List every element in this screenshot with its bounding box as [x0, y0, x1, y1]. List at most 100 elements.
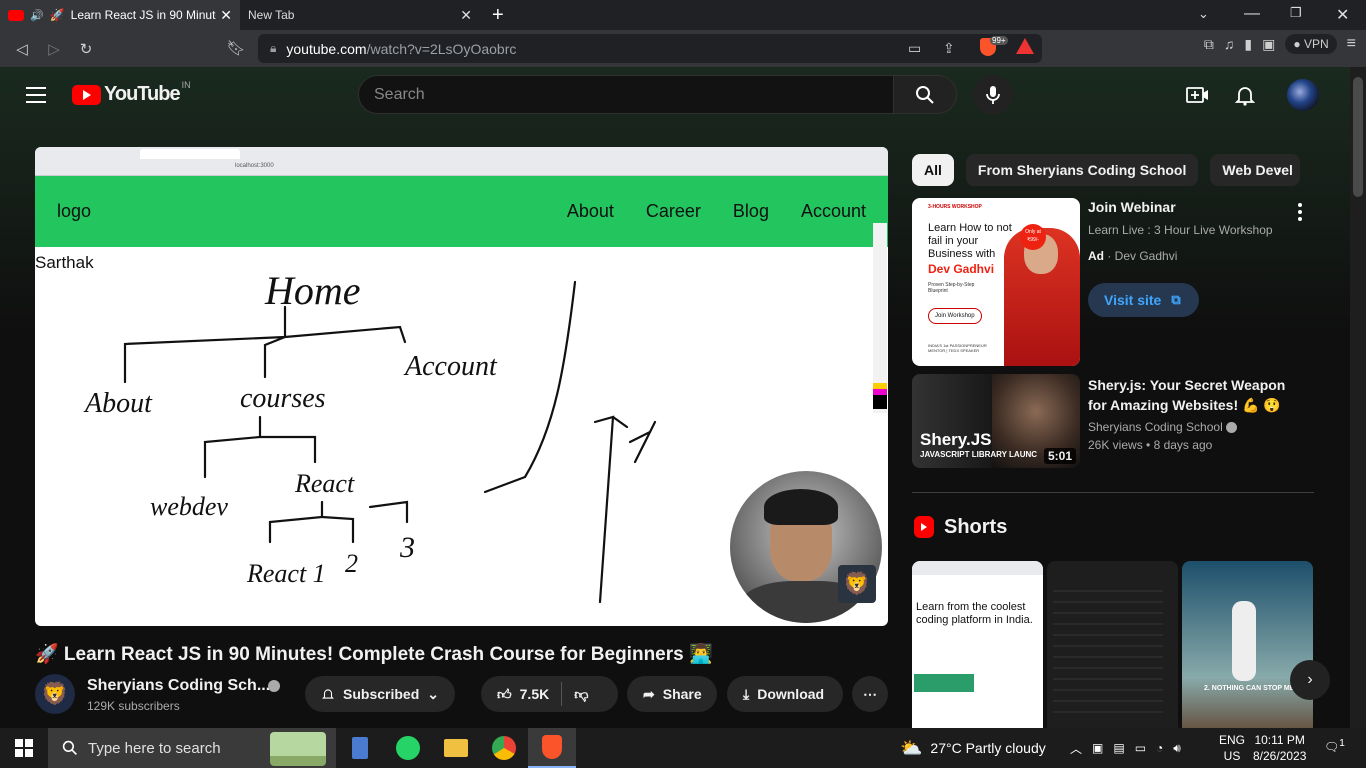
chip-all[interactable]: All [912, 154, 954, 186]
chevron-right-icon[interactable]: › [1276, 162, 1281, 180]
scrollbar-thumb[interactable] [1353, 77, 1363, 197]
battery-icon[interactable]: ▭ [1135, 741, 1146, 755]
address-bar[interactable]: 🔒︎ youtube.com/watch?v=2LsOyOaobrc ▭ ⇪ 9… [258, 34, 1042, 63]
recommendation-meta: 26K views • 8 days ago [1088, 438, 1213, 452]
windows-start-button[interactable] [0, 728, 48, 768]
search-input[interactable]: Search [358, 75, 894, 114]
taskbar-file-explorer-icon[interactable] [432, 728, 480, 768]
youtube-logo[interactable]: YouTube IN [72, 80, 191, 106]
subscribed-label: Subscribed [343, 686, 420, 702]
share-page-icon[interactable]: ⇪ [943, 40, 955, 57]
channel-name[interactable]: Sheryians Coding Sch... [87, 677, 270, 695]
new-tab-plus-icon[interactable]: + [492, 4, 504, 27]
chip-web-dev[interactable]: Web Devel [1210, 154, 1301, 186]
sidebar-icon[interactable]: ▮ [1244, 36, 1252, 53]
inner-browser-chrome: localhost:3000 [35, 147, 888, 176]
tab-active[interactable]: 🔊 🚀 Learn React JS in 90 Minute ✕ [0, 0, 240, 30]
tab-new-tab[interactable]: New Tab ✕ [240, 0, 480, 30]
notification-center-button[interactable]: 🗨︎1 [1324, 738, 1345, 754]
download-icon: ⤓ [743, 685, 750, 702]
taskbar-brave-icon[interactable] [528, 728, 576, 768]
youtube-header: YouTube IN Search [0, 67, 1350, 123]
voice-search-button[interactable] [973, 75, 1013, 115]
user-avatar[interactable] [1287, 79, 1319, 111]
channel-watermark-icon[interactable]: 🦁 [838, 565, 876, 603]
vpn-button[interactable]: ● VPN [1285, 34, 1337, 54]
drawing-toolbar[interactable] [873, 223, 887, 413]
share-button[interactable]: ➦ Share [627, 676, 717, 712]
recommendation-title[interactable]: Shery.js: Your Secret Weapon for Amazing… [1088, 375, 1288, 415]
extensions-icon[interactable]: ⧉ [1204, 36, 1214, 53]
taskbar-chrome-icon[interactable] [480, 728, 528, 768]
hamburger-menu-icon[interactable] [26, 87, 46, 108]
tab-search-chevron-icon[interactable]: ⌄ [1198, 6, 1209, 22]
rec-age: 8 days ago [1153, 438, 1213, 452]
search-icon [916, 85, 934, 104]
tray-app-icon[interactable]: ▣ [1092, 741, 1103, 755]
microphone-icon [986, 86, 1000, 104]
short-3-text: 2. NOTHING CAN STOP ME. [1204, 685, 1297, 692]
forward-icon[interactable]: ▷ [38, 33, 70, 65]
windows-taskbar: Type here to search ⛅ 27°C Partly cloudy… [0, 728, 1366, 768]
system-tray: ︿ ▣ ▤ ▭ ◔ 🔊︎ [1070, 728, 1181, 768]
shorts-next-button[interactable]: › [1290, 660, 1330, 700]
youtube-page: YouTube IN Search localhost:3000 logo Ab… [0, 67, 1350, 728]
reload-icon[interactable]: ↻ [70, 33, 102, 65]
recommendation-thumbnail[interactable]: Shery.JS JAVASCRIPT LIBRARY LAUNC 5:01 [912, 374, 1080, 468]
close-window-icon[interactable]: ✕ [1336, 5, 1349, 25]
visit-site-button[interactable]: Visit site ⧉ [1088, 283, 1199, 317]
short-card-1[interactable]: Learn from the coolest coding platform i… [912, 561, 1043, 728]
inner-nav-account: Account [800, 201, 866, 221]
cast-icon[interactable]: ▭ [908, 40, 921, 57]
ad-thumbnail[interactable]: 3-HOURS WORKSHOP Learn How to not fail i… [912, 198, 1080, 366]
media-icon[interactable]: ♫ [1224, 36, 1235, 52]
close-tab-icon[interactable]: ✕ [460, 7, 472, 24]
show-hidden-icons-chevron-icon[interactable]: ︿ [1070, 740, 1082, 757]
tab-title: New Tab [248, 8, 295, 22]
taskbar-whatsapp-icon[interactable] [384, 728, 432, 768]
wifi-icon[interactable]: ◔ [1156, 741, 1163, 755]
search-icon [62, 740, 77, 755]
download-button[interactable]: ⤓ Download [727, 676, 843, 712]
share-label: Share [662, 686, 702, 702]
page-scrollbar[interactable] [1350, 67, 1366, 728]
chip-from-channel[interactable]: From Sheryians Coding School [965, 154, 1199, 186]
bookmark-icon[interactable]: 🔖︎ [220, 32, 252, 64]
notifications-bell-icon[interactable] [1233, 83, 1257, 107]
ad-title[interactable]: Join Webinar [1088, 199, 1176, 215]
taskbar-weather[interactable]: ⛅ 27°C Partly cloudy [900, 728, 1046, 768]
more-actions-button[interactable]: ⋯ [852, 676, 888, 712]
language-indicator[interactable]: ENG US [1219, 732, 1245, 764]
diagram-label: Account [403, 351, 498, 382]
tray-network-adapter-icon[interactable]: ▤ [1113, 741, 1124, 755]
chevron-right-icon: › [1307, 671, 1313, 688]
restore-icon[interactable]: ❐ [1290, 5, 1302, 21]
inner-nav-career: Career [645, 201, 701, 221]
brave-rewards-icon[interactable] [1016, 38, 1034, 54]
wallet-icon[interactable]: ▣ [1262, 36, 1275, 53]
close-tab-icon[interactable]: ✕ [220, 7, 232, 24]
like-button[interactable]: 👍︎ 7.5K [497, 686, 549, 703]
advertiser-name: Dev Gadhvi [1114, 249, 1178, 263]
taskbar-search-box[interactable]: Type here to search [48, 728, 336, 768]
ad-menu-icon[interactable] [1298, 203, 1302, 224]
audio-icon[interactable]: 🔊 [30, 9, 44, 22]
create-video-icon[interactable] [1185, 83, 1209, 107]
subscribed-button[interactable]: Subscribed ⌄ [305, 676, 455, 712]
taskbar-clock[interactable]: 10:11 PM 8/26/2023 [1253, 732, 1306, 764]
color-swatch-black[interactable] [873, 395, 887, 409]
short-2-code [1053, 581, 1163, 721]
volume-icon[interactable]: 🔊︎ [1173, 741, 1181, 756]
minimize-icon[interactable]: — [1244, 5, 1260, 23]
dislike-button[interactable]: 👎︎ [574, 686, 588, 703]
browser-menu-icon[interactable]: ≡ [1347, 35, 1356, 53]
video-player[interactable]: localhost:3000 logo About Career Blog Ac… [35, 147, 888, 626]
search-button[interactable] [893, 75, 957, 114]
like-count: 7.5K [519, 686, 550, 702]
short-card-3[interactable]: 2. NOTHING CAN STOP ME. [1182, 561, 1313, 728]
channel-avatar[interactable]: 🦁 [35, 674, 75, 714]
back-icon[interactable]: ◁ [6, 33, 38, 65]
short-card-2[interactable] [1047, 561, 1178, 728]
taskbar-calculator-icon[interactable] [336, 728, 384, 768]
partly-cloudy-icon: ⛅ [900, 737, 923, 758]
